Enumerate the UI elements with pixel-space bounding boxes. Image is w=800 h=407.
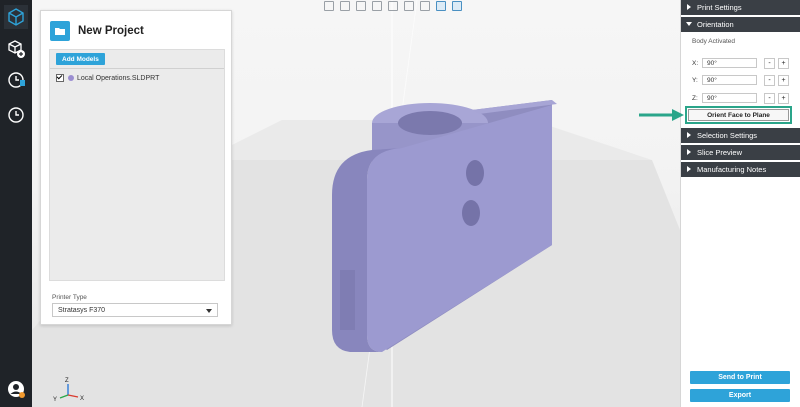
export-button[interactable]: Export: [690, 389, 790, 402]
view-top-button[interactable]: [386, 0, 400, 12]
gizmo-x-label: X: [80, 396, 84, 402]
axis-y-label: Y:: [692, 76, 698, 84]
axis-y-minus-button[interactable]: -: [764, 74, 775, 86]
view-left-button[interactable]: [354, 0, 368, 12]
gizmo-y-label: Y: [53, 397, 57, 403]
view-right-icon: [372, 1, 382, 11]
section-orientation[interactable]: Orientation: [681, 17, 800, 32]
history-badge-icon[interactable]: [4, 68, 28, 92]
view-left-icon: [356, 1, 366, 11]
axis-x-minus-button[interactable]: -: [764, 57, 775, 69]
view-toolbar: [322, 0, 464, 14]
add-models-button[interactable]: Add Models: [56, 53, 105, 65]
view-front-button[interactable]: [322, 0, 336, 12]
cube-icon[interactable]: [4, 5, 28, 29]
section-print-settings[interactable]: Print Settings: [681, 0, 800, 15]
settings-panel: Print Settings Orientation Body Activate…: [680, 0, 800, 407]
section-slice-preview[interactable]: Slice Preview: [681, 145, 800, 160]
triangle-down-icon: [686, 22, 692, 26]
models-list: Add Models Local Operations.SLDPRT: [49, 49, 225, 281]
axis-row-z: Z: 90° - +: [692, 92, 789, 104]
clock-icon[interactable]: [4, 103, 28, 127]
left-rail: [0, 0, 32, 407]
project-panel: New Project Add Models Local Operations.…: [40, 10, 232, 325]
axis-gizmo: Z X Y: [53, 378, 84, 403]
model-color-icon: [68, 75, 74, 81]
axis-z-label: Z:: [692, 94, 698, 102]
triangle-right-icon: [687, 149, 691, 155]
section-slice-preview-label: Slice Preview: [697, 148, 743, 157]
section-manufacturing-notes-label: Manufacturing Notes: [697, 165, 767, 174]
axis-z-minus-button[interactable]: -: [764, 92, 775, 104]
axis-z-plus-button[interactable]: +: [778, 92, 789, 104]
gizmo-z-label: Z: [65, 378, 69, 384]
axis-x-plus-button[interactable]: +: [778, 57, 789, 69]
axis-x-label: X:: [692, 59, 699, 67]
axis-y-input[interactable]: 90°: [702, 75, 757, 85]
section-selection-settings[interactable]: Selection Settings: [681, 128, 800, 143]
view-right-button[interactable]: [370, 0, 384, 12]
section-manufacturing-notes[interactable]: Manufacturing Notes: [681, 162, 800, 177]
printer-selected-value: Stratasys F370: [58, 306, 106, 314]
axis-z-input[interactable]: 90°: [702, 93, 757, 103]
axis-row-x: X: 90° - +: [692, 57, 789, 69]
section-print-settings-label: Print Settings: [697, 3, 742, 12]
user-avatar-icon[interactable]: [4, 377, 28, 401]
axis-row-y: Y: 90° - +: [692, 74, 789, 86]
model-name: Local Operations.SLDPRT: [77, 74, 160, 82]
triangle-right-icon: [687, 132, 691, 138]
section-orientation-label: Orientation: [697, 20, 734, 29]
view-back-button[interactable]: [338, 0, 352, 12]
section-selection-settings-label: Selection Settings: [697, 131, 758, 140]
printer-type-label: Printer Type: [52, 294, 87, 301]
check-icon[interactable]: [56, 74, 64, 82]
view-iso-icon: [420, 1, 430, 11]
add-model-icon[interactable]: [4, 37, 28, 61]
send-to-print-button[interactable]: Send to Print: [690, 371, 790, 384]
view-iso-button[interactable]: [418, 0, 432, 12]
model-hole-lower: [462, 200, 480, 226]
triangle-right-icon: [687, 4, 691, 10]
view-fit-button[interactable]: [434, 0, 448, 12]
view-fit-icon: [436, 1, 446, 11]
triangle-right-icon: [687, 166, 691, 172]
models-divider: [50, 68, 224, 69]
folder-icon: [50, 21, 70, 41]
view-top-icon: [388, 1, 398, 11]
view-bottom-icon: [404, 1, 414, 11]
axis-x-input[interactable]: 90°: [702, 58, 757, 68]
orient-face-button[interactable]: Orient Face to Plane: [688, 109, 789, 121]
view-bottom-button[interactable]: [402, 0, 416, 12]
printer-type-select[interactable]: Stratasys F370: [52, 303, 218, 317]
view-zoom-icon: [452, 1, 462, 11]
body-status: Body Activated: [692, 38, 735, 45]
project-title: New Project: [78, 25, 144, 37]
arrow-right-icon: [639, 109, 684, 121]
axis-y-plus-button[interactable]: +: [778, 74, 789, 86]
project-header: New Project: [50, 19, 144, 43]
view-front-icon: [324, 1, 334, 11]
view-zoom-button[interactable]: [450, 0, 464, 12]
view-back-icon: [340, 1, 350, 11]
model-list-item[interactable]: Local Operations.SLDPRT: [56, 74, 159, 82]
caret-down-icon: [206, 309, 212, 313]
model-hole-upper: [466, 160, 484, 186]
